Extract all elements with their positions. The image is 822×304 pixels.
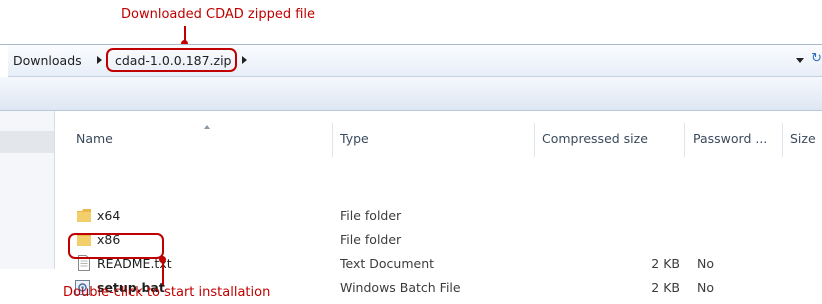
column-header-size[interactable]: Size: [790, 131, 816, 146]
file-type: File folder: [340, 208, 402, 223]
file-compressed-size: 2 KB: [651, 280, 680, 295]
address-dropdown-icon[interactable]: [796, 58, 804, 63]
navigation-pane: [0, 111, 55, 269]
file-password: No: [697, 256, 714, 271]
file-type: Text Document: [340, 256, 435, 271]
sort-ascending-icon: [204, 125, 210, 129]
file-row-x64[interactable]: x64 File folder: [56, 205, 822, 227]
breadcrumb-downloads[interactable]: Downloads: [13, 53, 82, 68]
file-row-readme[interactable]: README.txt Text Document 2 KB No: [56, 253, 822, 275]
column-separator[interactable]: [684, 123, 685, 157]
refresh-icon[interactable]: ↻: [811, 51, 822, 66]
file-type: File folder: [340, 232, 402, 247]
column-header-name[interactable]: Name: [76, 131, 113, 146]
column-separator[interactable]: [534, 123, 535, 157]
file-type: Windows Batch File: [340, 280, 461, 295]
column-header-type[interactable]: Type: [340, 131, 369, 146]
setup-file-highlight: [68, 233, 164, 259]
file-compressed-size: 2 KB: [651, 256, 680, 271]
column-header-password[interactable]: Password ...: [693, 131, 767, 146]
callout-bottom-label: Double-click to start installation: [63, 285, 271, 300]
breadcrumb-arrow-icon[interactable]: [242, 56, 247, 64]
callout-top-label: Downloaded CDAD zipped file: [121, 7, 316, 22]
command-bar: [0, 77, 822, 111]
column-header-compressed-size[interactable]: Compressed size: [542, 131, 648, 146]
callout-bottom-connector: [162, 260, 164, 285]
breadcrumb-arrow-icon[interactable]: [97, 56, 102, 64]
file-row-x86[interactable]: x86 File folder: [56, 229, 822, 251]
file-password: No: [697, 280, 714, 295]
zip-file-highlight: [106, 48, 237, 72]
file-name: x64: [97, 208, 121, 223]
file-list: Name Type Compressed size Password ... S…: [56, 111, 822, 295]
column-separator[interactable]: [332, 123, 333, 157]
folder-icon: [77, 209, 91, 222]
column-separator[interactable]: [782, 123, 783, 157]
